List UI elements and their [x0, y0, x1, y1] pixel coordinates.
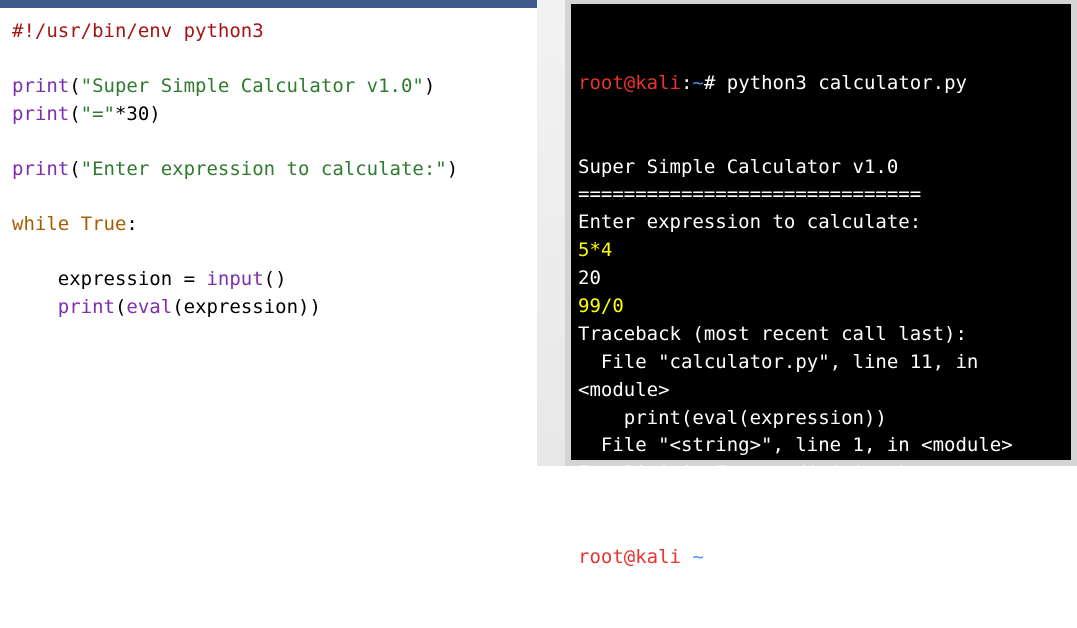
- prompt-user: root@kali: [578, 546, 681, 569]
- terminal-output: root@kali:~# python3 calculator.py Super…: [578, 14, 1013, 628]
- prompt-path: ~: [692, 546, 704, 569]
- code-line[interactable]: [12, 184, 458, 212]
- terminal-output-line: File "<string>", line 1, in <module>: [578, 434, 1013, 457]
- code-token-string: "Enter expression to calculate:": [80, 157, 447, 180]
- prompt-separator: :: [680, 546, 693, 569]
- code-token-plain: (: [69, 102, 81, 125]
- prompt-symbol: #: [703, 546, 716, 569]
- code-token-plain: (: [69, 157, 81, 180]
- code-line[interactable]: print(eval(expression)): [12, 294, 458, 322]
- terminal-output-line: print(eval(expression)): [578, 406, 887, 429]
- terminal-prompt-line: root@kali:~# python3 calculator.py: [578, 70, 1013, 98]
- code-token-plain: expression =: [12, 268, 207, 291]
- code-token-comment: #!/usr/bin/env python3: [12, 20, 264, 42]
- code-line[interactable]: print("="*30): [12, 101, 458, 129]
- code-token-keyword: while: [12, 213, 70, 236]
- code-token-plain: (): [263, 268, 287, 291]
- code-token-string: "Super Simple Calculator v1.0": [80, 75, 424, 98]
- code-line[interactable]: #!/usr/bin/env python3: [12, 18, 458, 46]
- terminal-output-line: 20: [578, 267, 601, 290]
- prompt-separator: :: [680, 71, 693, 94]
- terminal-user-input-line: 5*4: [578, 239, 613, 262]
- code-token-plain: (expression)): [172, 295, 321, 318]
- code-line[interactable]: [12, 128, 458, 156]
- code-line[interactable]: print("Super Simple Calculator v1.0"): [12, 73, 458, 101]
- code-token-plain: *30): [114, 102, 161, 125]
- code-line[interactable]: [12, 239, 458, 267]
- code-line[interactable]: while True:: [12, 211, 458, 239]
- code-editor[interactable]: #!/usr/bin/env python3 print("Super Simpl…: [0, 0, 537, 466]
- code-token-builtin: print: [57, 295, 115, 318]
- terminal[interactable]: root@kali:~# python3 calculator.py Super…: [571, 4, 1071, 568]
- terminal-output-line: ==============================: [578, 183, 922, 206]
- code-line[interactable]: [12, 46, 458, 74]
- terminal-output-line: <module>: [578, 378, 670, 401]
- code-token-keyword: True: [80, 213, 127, 236]
- terminal-output-line: Traceback (most recent call last):: [578, 322, 967, 345]
- terminal-window: root@kali:~# python3 calculator.py Super…: [565, 0, 1077, 568]
- panel-divider: [537, 0, 565, 466]
- code-line[interactable]: print("Enter expression to calculate:"): [12, 156, 458, 184]
- code-token-builtin: print: [12, 75, 70, 98]
- prompt-symbol: #: [703, 71, 716, 94]
- terminal-output-line: Super Simple Calculator v1.0: [578, 155, 899, 178]
- code-token-plain: (: [114, 295, 127, 318]
- code-line[interactable]: expression = input(): [12, 266, 458, 294]
- source-code[interactable]: #!/usr/bin/env python3 print("Super Simpl…: [12, 18, 458, 322]
- terminal-output-line: Enter expression to calculate:: [578, 211, 922, 234]
- terminal-output-line: ZeroDivisionError: division by zero: [578, 462, 979, 485]
- code-token-builtin: eval: [126, 295, 173, 318]
- code-token-plain: ): [423, 75, 436, 98]
- terminal-output-line: File "calculator.py", line 11, in: [578, 350, 979, 373]
- code-token-builtin: print: [12, 102, 70, 125]
- code-token-plain: (: [69, 75, 81, 98]
- code-token-string: "=": [80, 102, 115, 125]
- editor-accent-bar: [0, 0, 537, 8]
- code-token-builtin: print: [12, 157, 70, 180]
- code-token-builtin: input: [206, 268, 264, 291]
- terminal-user-input-line: 99/0: [578, 294, 624, 317]
- code-token-plain: :: [126, 213, 138, 236]
- prompt-path: ~: [692, 71, 704, 94]
- command-text: python3 calculator.py: [715, 71, 967, 94]
- code-token-plain: ): [446, 157, 459, 180]
- prompt-user: root@kali: [578, 71, 681, 94]
- terminal-prompt-line-active[interactable]: root@kali:~#: [578, 544, 1013, 572]
